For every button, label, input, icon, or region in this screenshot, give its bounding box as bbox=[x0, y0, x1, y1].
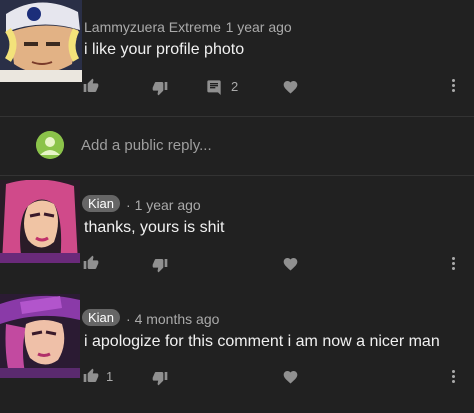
thumbs-up-icon[interactable] bbox=[83, 368, 99, 389]
comment-text: i like your profile photo bbox=[84, 41, 245, 58]
comment-age-text[interactable]: 1 year ago bbox=[226, 19, 292, 35]
more-options-icon[interactable] bbox=[452, 370, 456, 385]
thumbs-down-icon[interactable] bbox=[152, 370, 168, 391]
thumbs-down-icon[interactable] bbox=[152, 80, 168, 101]
comment-age[interactable]: · 4 months ago bbox=[126, 311, 219, 327]
reply-count: 2 bbox=[231, 79, 239, 94]
avatar[interactable] bbox=[0, 0, 82, 82]
comment-text: thanks, yours is shit bbox=[84, 219, 225, 236]
comment-age-text[interactable]: 4 months ago bbox=[135, 311, 220, 327]
more-options-icon[interactable] bbox=[452, 79, 456, 94]
thumbs-down-icon[interactable] bbox=[152, 257, 168, 278]
comment-age[interactable]: · 1 year ago bbox=[126, 197, 201, 213]
avatar bbox=[36, 131, 64, 159]
comment-text: i apologize for this comment i am now a … bbox=[84, 333, 440, 350]
comment-age-text[interactable]: 1 year ago bbox=[135, 197, 201, 213]
divider bbox=[0, 116, 474, 117]
more-options-icon[interactable] bbox=[452, 257, 456, 272]
reply-comment-icon[interactable] bbox=[206, 79, 222, 100]
comment-author[interactable]: Lammyzuera Extreme bbox=[84, 19, 221, 35]
comment-age[interactable]: · 1 year ago bbox=[217, 19, 292, 35]
avatar[interactable] bbox=[0, 294, 80, 378]
reply-input[interactable]: Add a public reply... bbox=[81, 137, 212, 154]
heart-icon[interactable] bbox=[282, 79, 299, 99]
avatar[interactable] bbox=[0, 180, 80, 263]
heart-icon[interactable] bbox=[282, 256, 299, 276]
thumbs-up-icon[interactable] bbox=[83, 255, 99, 276]
like-count: 1 bbox=[106, 369, 114, 384]
heart-icon[interactable] bbox=[282, 369, 299, 389]
thumbs-up-icon[interactable] bbox=[83, 78, 99, 99]
divider bbox=[0, 175, 474, 176]
comment-author[interactable]: Kian bbox=[82, 309, 121, 326]
comment-author[interactable]: Kian bbox=[82, 195, 121, 212]
